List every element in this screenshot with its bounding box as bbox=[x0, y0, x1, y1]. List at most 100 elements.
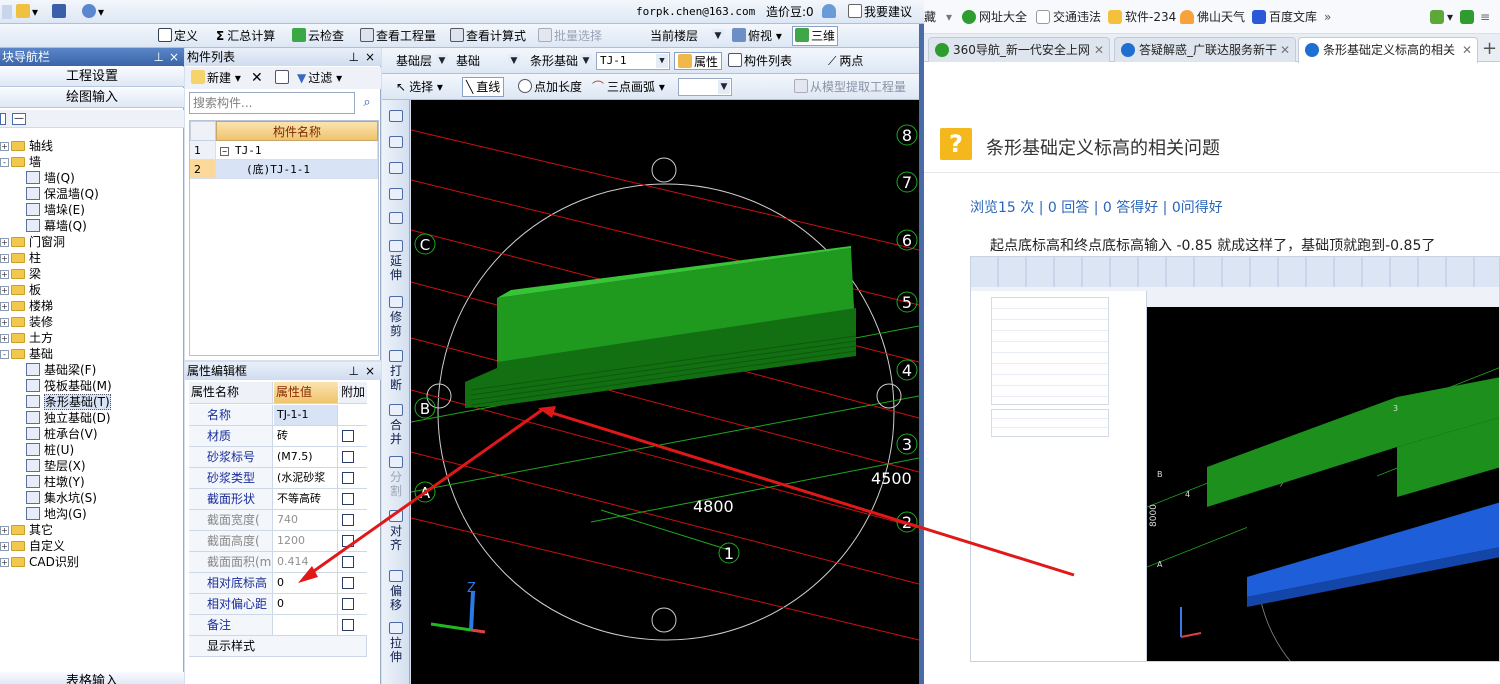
property-row[interactable]: 材质砖 bbox=[189, 426, 367, 447]
tool-button[interactable]: 偏移 bbox=[384, 570, 408, 612]
property-value[interactable]: 0 bbox=[274, 573, 338, 593]
delete-button[interactable]: ✕ bbox=[251, 69, 263, 87]
tree-item[interactable]: 保温墙(Q) bbox=[26, 186, 99, 202]
drawing-input-button[interactable]: 绘图输入 bbox=[0, 88, 184, 108]
tree-item[interactable]: 垫层(X) bbox=[26, 458, 86, 474]
tree-folder[interactable]: + 板 bbox=[0, 282, 41, 298]
tool-button[interactable]: 打断 bbox=[384, 350, 408, 392]
move-icon[interactable] bbox=[384, 188, 408, 202]
tree-folder[interactable]: + 装修 bbox=[0, 314, 53, 330]
open-button[interactable]: ▾ bbox=[16, 3, 38, 21]
tree-item[interactable]: 幕墙(Q) bbox=[26, 218, 87, 234]
line-button[interactable]: ╲ 直线 bbox=[462, 77, 505, 97]
property-row[interactable]: 相对偏心距 0 bbox=[189, 594, 367, 615]
property-value[interactable]: 0 bbox=[274, 594, 338, 614]
property-row[interactable]: 截面形状 不等高砖 bbox=[189, 489, 367, 510]
component-select[interactable]: TJ-1 ▼ bbox=[596, 52, 670, 70]
suggest-button[interactable]: 我要建议 bbox=[848, 3, 912, 21]
view-formula-button[interactable]: 查看计算式 bbox=[448, 27, 528, 45]
property-value[interactable]: 不等高砖 bbox=[274, 489, 338, 509]
top-view-button[interactable]: 俯视 ▾ bbox=[730, 27, 784, 45]
pencil-icon[interactable] bbox=[384, 110, 408, 124]
pin-icon[interactable]: ⊥ bbox=[349, 48, 359, 66]
property-value[interactable]: 1200 bbox=[274, 531, 338, 551]
component-row[interactable]: − TJ-1 bbox=[216, 141, 378, 160]
expand-icon[interactable]: + bbox=[0, 238, 9, 247]
property-row[interactable]: 相对底标高 0 bbox=[189, 573, 367, 594]
favorite-link[interactable]: 佛山天气 bbox=[1180, 8, 1245, 26]
property-row[interactable]: 截面面积(m 0.414 bbox=[189, 552, 367, 573]
extra-checkbox[interactable] bbox=[342, 472, 354, 484]
tree-item[interactable]: 地沟(G) bbox=[26, 506, 87, 522]
category-select[interactable]: 基础 ▼ bbox=[452, 52, 522, 70]
expand-icon[interactable]: + bbox=[0, 318, 9, 327]
tree-folder[interactable]: + 柱 bbox=[0, 250, 41, 266]
collapse-all-icon[interactable]: — bbox=[12, 113, 26, 125]
chevron-down-icon[interactable]: ▾ bbox=[946, 8, 952, 26]
select-button[interactable]: ↖ 选择 ▾ bbox=[396, 78, 443, 96]
expand-icon[interactable]: + bbox=[0, 526, 9, 535]
tool-button[interactable]: 分割 bbox=[384, 456, 408, 498]
cloud-check-button[interactable]: 云检查 bbox=[290, 27, 346, 45]
expand-icon[interactable]: + bbox=[0, 302, 9, 311]
close-icon[interactable]: × bbox=[365, 48, 375, 66]
browser-tab[interactable]: 360导航_新一代安全上网 ✕ bbox=[928, 37, 1110, 62]
tree-item[interactable]: 条形基础(T) bbox=[26, 394, 111, 410]
tree-folder[interactable]: + CAD识别 bbox=[0, 554, 79, 570]
property-value[interactable]: 740 bbox=[274, 510, 338, 530]
extra-checkbox[interactable] bbox=[342, 451, 354, 463]
save-button[interactable] bbox=[52, 3, 68, 21]
tree-folder[interactable]: + 土方 bbox=[0, 330, 53, 346]
tool-button[interactable]: 修剪 bbox=[384, 296, 408, 338]
question-stats[interactable]: 浏览15 次 | 0 回答 | 0 答得好 | 0问得好 bbox=[970, 197, 1223, 217]
tree-item[interactable]: 墙(Q) bbox=[26, 170, 75, 186]
apps-button[interactable]: ▾ bbox=[1430, 8, 1453, 26]
point-length-button[interactable]: 点加长度 bbox=[518, 78, 582, 96]
floor-select[interactable]: 当前楼层 ▼ bbox=[646, 27, 726, 45]
property-value[interactable]: (M7.5) bbox=[274, 447, 338, 467]
three-point-arc-button[interactable]: ⌒ 三点画弧 ▾ bbox=[592, 78, 665, 96]
property-row[interactable]: 截面高度(1200 bbox=[189, 531, 367, 552]
undo-button[interactable]: ▾ bbox=[82, 3, 104, 21]
tree-folder[interactable]: + 门窗洞 bbox=[0, 234, 65, 250]
type-select[interactable]: 条形基础 ▼ bbox=[526, 52, 594, 70]
3d-viewport[interactable]: 8 7 6 5 4 3 2 1 C B A 4800 4500 Z bbox=[411, 100, 919, 684]
expand-icon[interactable]: + bbox=[0, 254, 9, 263]
browser-tab-active[interactable]: 条形基础定义标高的相关 ✕ bbox=[1298, 37, 1478, 63]
tree-folder[interactable]: + 楼梯 bbox=[0, 298, 53, 314]
extra-checkbox[interactable] bbox=[342, 430, 354, 442]
tree-item[interactable]: 基础梁(F) bbox=[26, 362, 96, 378]
favorite-link[interactable]: 网址大全 bbox=[962, 8, 1027, 26]
sum-calc-button[interactable]: Σ 汇总计算 bbox=[214, 27, 277, 45]
tree-folder[interactable]: + 梁 bbox=[0, 266, 41, 282]
extra-checkbox[interactable] bbox=[342, 535, 354, 547]
property-value[interactable]: TJ-1-1 bbox=[274, 405, 338, 425]
table-input-button[interactable]: 表格输入 bbox=[0, 672, 184, 684]
property-value[interactable] bbox=[274, 615, 338, 635]
mirror-icon[interactable] bbox=[384, 162, 408, 176]
close-tab-icon[interactable]: ✕ bbox=[1280, 38, 1290, 62]
view-quantity-button[interactable]: 查看工程量 bbox=[358, 27, 438, 45]
property-row[interactable]: 截面宽度(740 bbox=[189, 510, 367, 531]
property-row[interactable]: 备注 bbox=[189, 615, 367, 636]
property-row[interactable]: 砂浆标号 (M7.5) bbox=[189, 447, 367, 468]
tool-button[interactable]: 延伸 bbox=[384, 240, 408, 282]
extra-checkbox[interactable] bbox=[342, 493, 354, 505]
batch-select-button[interactable]: 批量选择 bbox=[536, 27, 604, 45]
pin-icon[interactable]: ⊥ bbox=[349, 362, 359, 380]
tree-item[interactable]: 柱墩(Y) bbox=[26, 474, 85, 490]
rotate-icon[interactable] bbox=[384, 136, 408, 150]
expand-icon[interactable]: + bbox=[0, 270, 9, 279]
two-points-button[interactable]: ⟋ 两点 bbox=[828, 52, 863, 70]
layer-select[interactable]: 基础层 ▼ bbox=[392, 52, 450, 70]
favorite-link[interactable]: 软件-234 bbox=[1108, 8, 1176, 26]
tree-folder[interactable]: + 轴线 bbox=[0, 138, 53, 154]
arc-mode-select[interactable]: ▼ bbox=[678, 78, 732, 96]
notification-button[interactable] bbox=[822, 3, 838, 21]
more-icon[interactable]: ≡ bbox=[1480, 8, 1490, 26]
tree-item[interactable]: 桩(U) bbox=[26, 442, 74, 458]
three-d-button[interactable]: 三维 bbox=[792, 26, 839, 46]
property-row[interactable]: 砂浆类型 (水泥砂浆 bbox=[189, 468, 367, 489]
copy-button[interactable] bbox=[275, 69, 291, 87]
expand-icon[interactable]: + bbox=[0, 334, 9, 343]
